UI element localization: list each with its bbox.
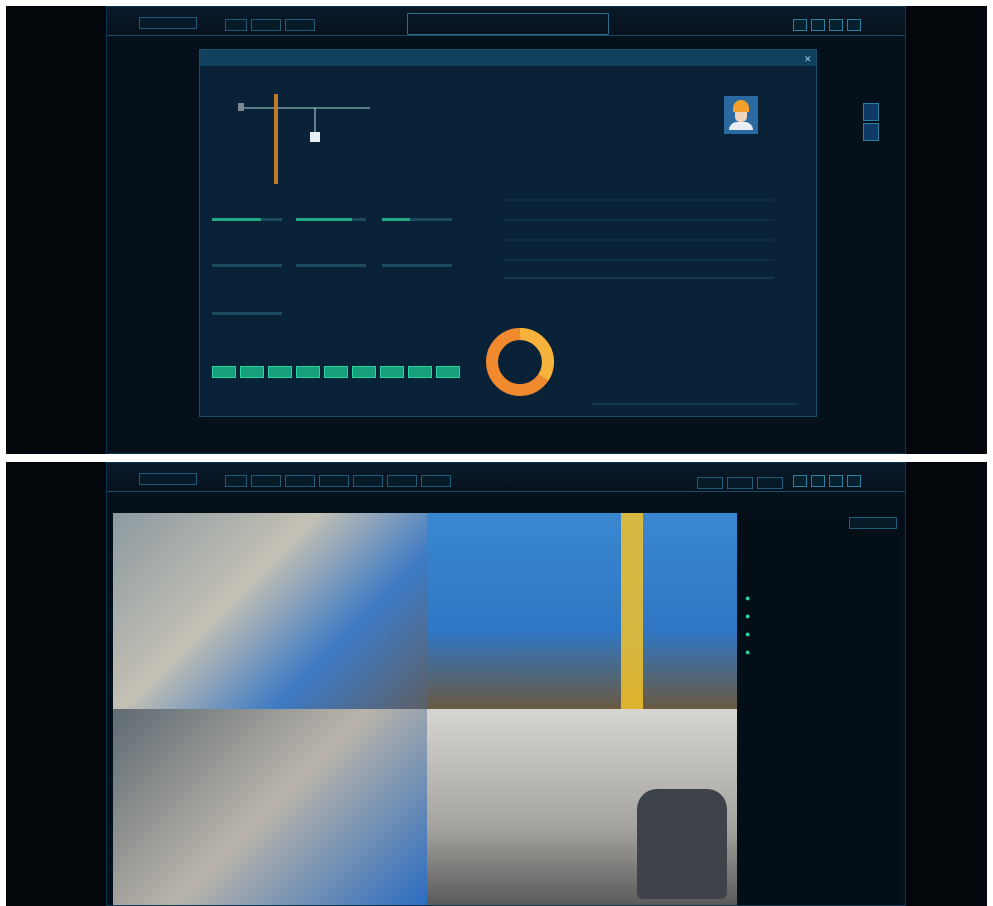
bottom-nav-item-2[interactable] [251, 475, 281, 487]
side-button-1[interactable] [863, 103, 879, 121]
green-dot-icon: ● [745, 647, 751, 657]
settings-icon[interactable] [793, 19, 807, 31]
modal-button-5[interactable] [324, 366, 348, 378]
bottom-right-button-1[interactable] [697, 477, 723, 489]
top-nav-item-2[interactable] [251, 19, 281, 31]
modal-button-1[interactable] [212, 366, 236, 378]
notification-icon[interactable] [811, 19, 825, 31]
bottom-app-title [139, 473, 197, 485]
bottom-center-title [437, 471, 577, 489]
user-icon[interactable] [829, 19, 843, 31]
right-panel: ● ● ● ● [739, 513, 903, 905]
b-user-icon[interactable] [829, 475, 843, 487]
top-breadcrumb [119, 43, 169, 49]
green-dot-icon: ● [745, 629, 751, 639]
close-icon[interactable]: ✕ [804, 54, 812, 64]
modal-button-4[interactable] [296, 366, 320, 378]
green-dot-icon: ● [745, 611, 751, 621]
top-nav-item-1[interactable] [225, 19, 247, 31]
param-slider-5[interactable] [296, 264, 366, 267]
exit-icon[interactable] [847, 19, 861, 31]
top-center-title [407, 13, 609, 35]
camera-feed-4[interactable] [427, 709, 737, 905]
b-settings-icon[interactable] [793, 475, 807, 487]
modal-header [200, 50, 816, 66]
top-app-frame: ✕ [106, 6, 906, 454]
top-screen: ✕ [6, 6, 987, 454]
modal-button-6[interactable] [352, 366, 376, 378]
bottom-nav-item-5[interactable] [353, 475, 383, 487]
bottom-nav-item-1[interactable] [225, 475, 247, 487]
top-nav-item-3[interactable] [285, 19, 315, 31]
side-button-2[interactable] [863, 123, 879, 141]
modal-button-8[interactable] [408, 366, 432, 378]
right-panel-top-button[interactable] [849, 517, 897, 529]
device-list-item-3[interactable]: ● [745, 629, 750, 639]
bottom-right-button-2[interactable] [727, 477, 753, 489]
person-avatar-icon [724, 96, 758, 134]
bar-chart [592, 403, 797, 405]
device-list-item-2[interactable]: ● [745, 611, 750, 621]
green-dot-icon: ● [745, 593, 751, 603]
modal-button-2[interactable] [240, 366, 264, 378]
device-list-item-1[interactable]: ● [745, 593, 750, 603]
b-notification-icon[interactable] [811, 475, 825, 487]
param-slider-3[interactable] [382, 218, 452, 221]
donut-chart [486, 328, 554, 396]
pagination[interactable] [763, 893, 893, 903]
trend-line-chart [484, 190, 784, 284]
top-app-title [139, 17, 197, 29]
bottom-nav-item-6[interactable] [387, 475, 417, 487]
modal-button-7[interactable] [380, 366, 404, 378]
param-slider-4[interactable] [212, 264, 282, 267]
bottom-app-frame: ● ● ● ● [106, 462, 906, 906]
b-exit-icon[interactable] [847, 475, 861, 487]
param-slider-1[interactable] [212, 218, 282, 221]
crane-icon [238, 94, 370, 184]
param-slider-6[interactable] [382, 264, 452, 267]
param-slider-7[interactable] [212, 312, 282, 315]
modal-button-9[interactable] [436, 366, 460, 378]
modal-button-3[interactable] [268, 366, 292, 378]
camera-feed-1[interactable] [113, 513, 427, 709]
camera-feed-3[interactable] [113, 709, 427, 905]
param-slider-2[interactable] [296, 218, 366, 221]
camera-feed-2[interactable] [427, 513, 737, 709]
bottom-nav-item-3[interactable] [285, 475, 315, 487]
bottom-right-button-3[interactable] [757, 477, 783, 489]
bottom-screen: ● ● ● ● [6, 462, 987, 906]
bottom-nav-item-4[interactable] [319, 475, 349, 487]
device-list-item-4[interactable]: ● [745, 647, 750, 657]
tower-crane-detail-modal: ✕ [199, 49, 817, 417]
